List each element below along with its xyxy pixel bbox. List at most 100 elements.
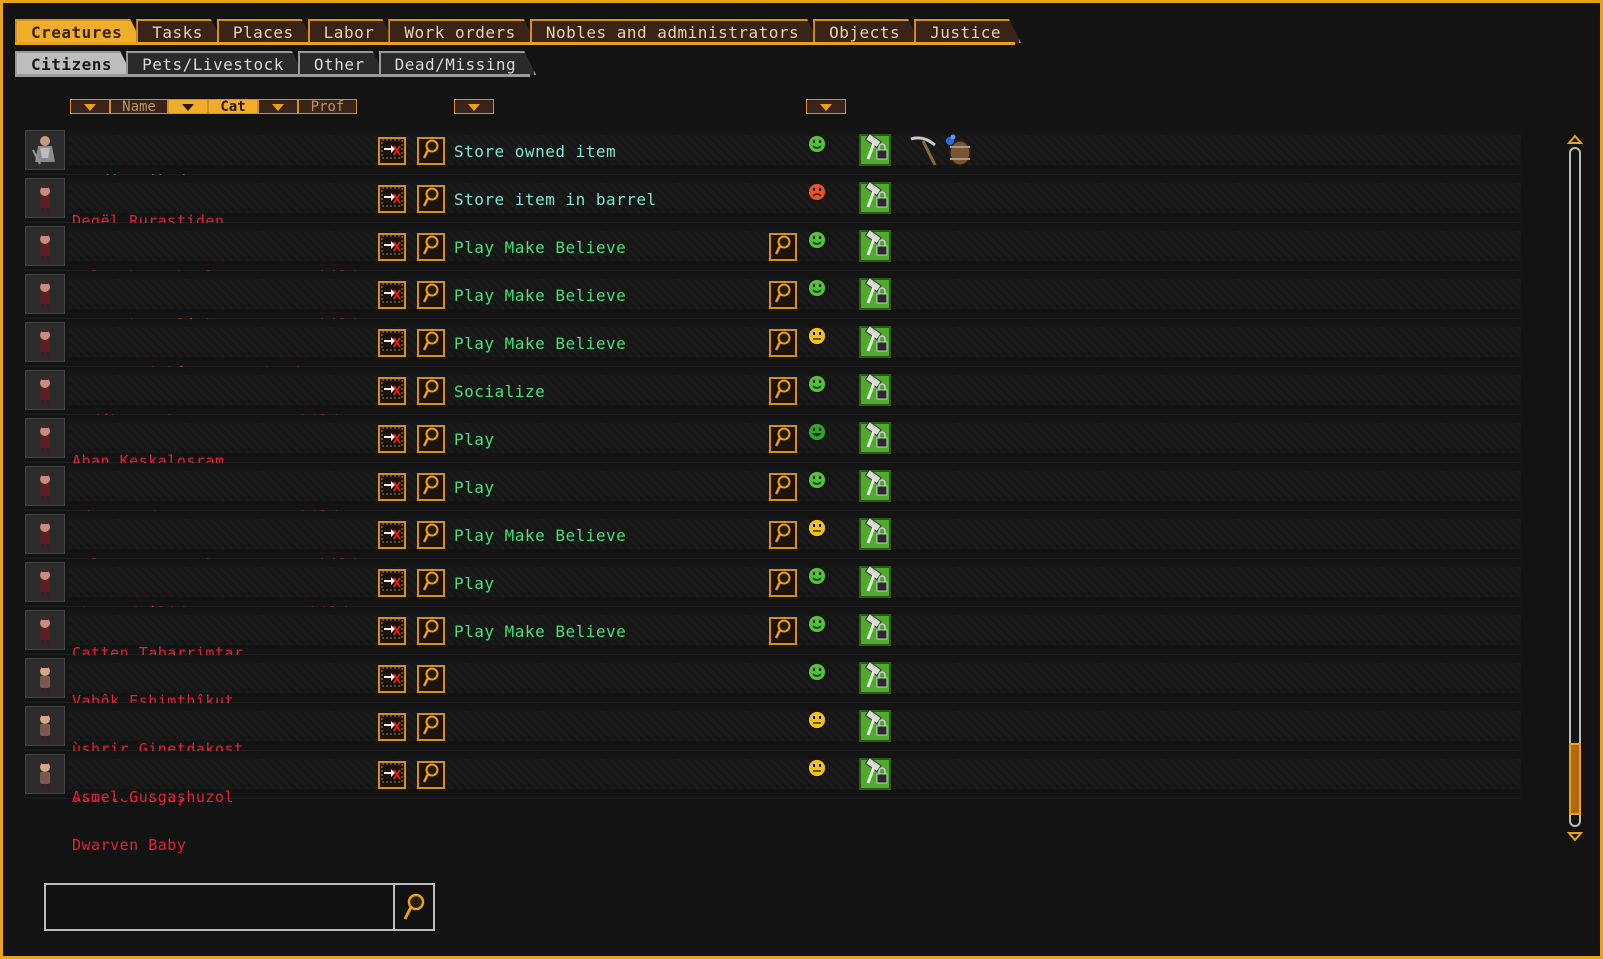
table-row[interactable]: Asmel Gusgashuzol Dwarven Baby <box>25 751 1521 853</box>
view-job-button[interactable] <box>769 569 797 597</box>
portrait[interactable] <box>25 514 65 554</box>
labor-settings-button[interactable] <box>859 373 891 406</box>
view-unit-button[interactable] <box>417 281 445 309</box>
portrait[interactable] <box>25 658 65 698</box>
view-unit-button[interactable] <box>417 377 445 405</box>
mood-happy-icon[interactable] <box>808 135 826 153</box>
tab-justice[interactable]: Justice <box>914 19 1021 43</box>
mood-happy-icon[interactable] <box>808 231 826 249</box>
scroll-thumb[interactable] <box>1569 743 1581 815</box>
zoom-to-unit-button[interactable] <box>378 137 406 165</box>
labor-settings-button[interactable] <box>859 229 891 262</box>
labor-settings-button[interactable] <box>859 661 891 694</box>
view-job-button[interactable] <box>769 329 797 357</box>
scroll-up-icon[interactable] <box>1565 133 1585 145</box>
subtab-citizens[interactable]: Citizens <box>15 51 132 75</box>
view-unit-button[interactable] <box>417 329 445 357</box>
mood-happy-icon[interactable] <box>808 615 826 633</box>
mood-neutral-icon[interactable] <box>808 759 826 777</box>
zoom-to-unit-button[interactable] <box>378 185 406 213</box>
portrait[interactable] <box>25 274 65 314</box>
labor-settings-button[interactable] <box>859 517 891 550</box>
table-row[interactable]: ùshrir Ginetdakost Dwarven Baby <box>25 703 1521 805</box>
scrollbar[interactable] <box>1565 133 1585 853</box>
portrait[interactable] <box>25 418 65 458</box>
labor-settings-button[interactable] <box>859 757 891 790</box>
zoom-to-unit-button[interactable] <box>378 761 406 789</box>
sort-cat-button[interactable]: Cat <box>208 99 258 114</box>
tab-tasks[interactable]: Tasks <box>136 19 223 43</box>
mood-neutral-icon[interactable] <box>808 711 826 729</box>
portrait[interactable] <box>25 226 65 266</box>
labor-settings-button[interactable] <box>859 565 891 598</box>
mood-neutral-icon[interactable] <box>808 327 826 345</box>
citizen-name[interactable]: Asmel Gusgashuzol Dwarven Baby <box>72 757 234 885</box>
view-job-button[interactable] <box>769 281 797 309</box>
view-unit-button[interactable] <box>417 185 445 213</box>
table-row[interactable]: Kulet Tunstesok, Dwarven Child Play Make… <box>25 511 1521 573</box>
mood-ecstatic-icon[interactable] <box>808 423 826 441</box>
mood-happy-icon[interactable] <box>808 567 826 585</box>
mood-happy-icon[interactable] <box>808 663 826 681</box>
zoom-to-unit-button[interactable] <box>378 329 406 357</box>
labor-settings-button[interactable] <box>859 325 891 358</box>
mood-happy-icon[interactable] <box>808 375 826 393</box>
view-unit-button[interactable] <box>417 617 445 645</box>
view-job-button[interactable] <box>769 473 797 501</box>
view-unit-button[interactable] <box>417 665 445 693</box>
view-unit-button[interactable] <box>417 713 445 741</box>
table-row[interactable]: Kel Ushatnokgol, Dwarven Child Play Make… <box>25 223 1521 285</box>
portrait[interactable] <box>25 562 65 602</box>
view-unit-button[interactable] <box>417 761 445 789</box>
portrait[interactable] <box>25 130 65 170</box>
portrait[interactable] <box>25 466 65 506</box>
view-unit-button[interactable] <box>417 473 445 501</box>
table-row[interactable]: Dodók Erarber, Dwarven Child Socialize <box>25 367 1521 429</box>
view-job-button[interactable] <box>769 377 797 405</box>
portrait[interactable] <box>25 322 65 362</box>
tab-places[interactable]: Places <box>217 19 314 43</box>
scroll-track[interactable] <box>1569 147 1581 827</box>
subtab-dead-missing[interactable]: Dead/Missing <box>379 51 537 75</box>
sort-prof-button[interactable]: Prof <box>298 99 357 114</box>
table-row[interactable]: Catten Tabarrimtar Dwarven Child Play Ma… <box>25 607 1521 709</box>
view-job-button[interactable] <box>769 233 797 261</box>
zoom-to-unit-button[interactable] <box>378 425 406 453</box>
view-unit-button[interactable] <box>417 569 445 597</box>
view-job-button[interactable] <box>769 521 797 549</box>
table-row[interactable]: Tun Vukcasalâth, Dwarven Child Play Make… <box>25 271 1521 333</box>
table-row[interactable]: Aban Edtûliden, Dwarven Child Play <box>25 559 1521 621</box>
tab-objects[interactable]: Objects <box>813 19 920 43</box>
tab-creatures[interactable]: Creatures <box>15 19 142 43</box>
labor-settings-button[interactable] <box>859 277 891 310</box>
portrait[interactable] <box>25 706 65 746</box>
portrait[interactable] <box>25 178 65 218</box>
portrait[interactable] <box>25 754 65 794</box>
table-row[interactable]: Aban Keskalosram Dwarven Child Play <box>25 415 1521 517</box>
subtab-other[interactable]: Other <box>298 51 385 75</box>
table-row[interactable]: Iden Zegdomas, Dwarven Child Play <box>25 463 1521 525</box>
labor-settings-button[interactable] <box>859 469 891 502</box>
mood-happy-icon[interactable] <box>808 471 826 489</box>
sort-cat-arrow[interactable] <box>168 99 208 114</box>
zoom-to-unit-button[interactable] <box>378 617 406 645</box>
portrait[interactable] <box>25 370 65 410</box>
view-unit-button[interactable] <box>417 233 445 261</box>
table-row[interactable]: Catten Nishâst, Survived Play Make Belie… <box>25 319 1521 381</box>
labor-settings-button[interactable] <box>859 181 891 214</box>
search-input[interactable] <box>46 885 388 929</box>
search-button[interactable] <box>393 885 433 929</box>
zoom-to-unit-button[interactable] <box>378 713 406 741</box>
subtab-pets-livestock[interactable]: Pets/Livestock <box>126 51 304 75</box>
sort-job-arrow[interactable] <box>454 99 494 114</box>
tab-work-orders[interactable]: Work orders <box>388 19 535 43</box>
labor-settings-button[interactable] <box>859 709 891 742</box>
labor-settings-button[interactable] <box>859 613 891 646</box>
mood-happy-icon[interactable] <box>808 279 826 297</box>
tab-labor[interactable]: Labor <box>308 19 395 43</box>
zoom-to-unit-button[interactable] <box>378 521 406 549</box>
labor-settings-button[interactable] <box>859 421 891 454</box>
sort-prof-arrow[interactable] <box>258 99 298 114</box>
mood-angry-icon[interactable] <box>808 183 826 201</box>
portrait[interactable] <box>25 610 65 650</box>
